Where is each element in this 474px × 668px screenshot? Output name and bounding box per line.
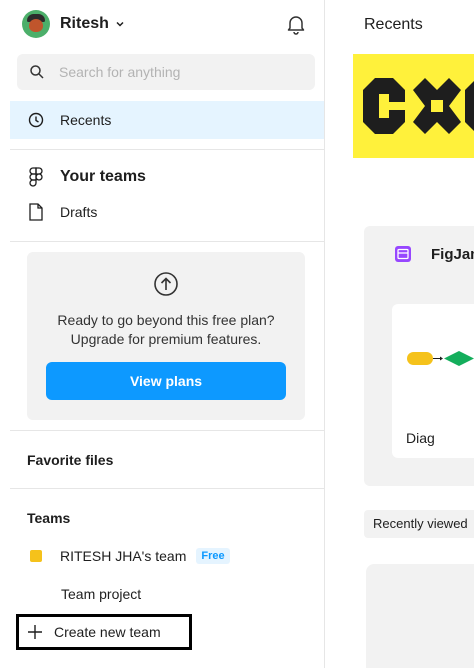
- search-input[interactable]: [59, 64, 299, 80]
- nav-item-label: Recents: [60, 112, 112, 128]
- team-item[interactable]: RITESH JHA's team Free: [10, 545, 230, 567]
- figma-logo-icon: [29, 167, 43, 187]
- team-name: RITESH JHA's team: [60, 548, 187, 564]
- figjam-templates-panel: FigJam: [364, 226, 474, 486]
- nav-item-label: Your teams: [60, 168, 146, 185]
- arrow-up-circle-icon: [154, 272, 178, 296]
- team-color-swatch: [30, 550, 42, 562]
- sidebar: Ritesh Recents Your teams Drafts Ready t…: [10, 0, 325, 668]
- main-content: Recents FigJam Diag Recently viewed: [326, 0, 474, 668]
- search-icon: [30, 65, 44, 79]
- user-menu[interactable]: Ritesh: [22, 10, 125, 38]
- divider: [10, 488, 324, 489]
- plus-icon: [28, 625, 42, 639]
- teams-heading: Teams: [27, 510, 71, 526]
- view-plans-button[interactable]: View plans: [46, 362, 286, 400]
- figjam-label: FigJam: [431, 246, 474, 263]
- file-icon: [29, 203, 43, 221]
- user-name: Ritesh: [60, 15, 109, 32]
- create-team-label: Create new team: [54, 624, 161, 640]
- banner-graphic: [363, 78, 474, 134]
- upgrade-text: Ready to go beyond this free plan?: [57, 312, 275, 328]
- recently-viewed-dropdown[interactable]: Recently viewed: [364, 510, 474, 538]
- nav-item-recents[interactable]: Recents: [10, 101, 324, 139]
- page-title: Recents: [364, 16, 423, 33]
- plan-badge: Free: [196, 548, 230, 564]
- recent-file-card[interactable]: [366, 564, 474, 668]
- template-card-label: Diag: [406, 430, 435, 446]
- upgrade-subtext: Upgrade for premium features.: [70, 331, 262, 347]
- upgrade-card: Ready to go beyond this free plan? Upgra…: [27, 252, 305, 420]
- search-bar[interactable]: [17, 54, 315, 90]
- divider: [10, 241, 324, 242]
- diagram-thumbnail: [407, 351, 474, 366]
- clock-icon: [28, 112, 44, 128]
- divider: [10, 430, 324, 431]
- recently-viewed-label: Recently viewed: [373, 516, 468, 531]
- chevron-down-icon: [116, 21, 124, 27]
- nav-item-your-teams[interactable]: Your teams: [10, 163, 146, 191]
- figjam-icon: [395, 246, 411, 262]
- team-project-item[interactable]: Team project: [61, 586, 141, 602]
- bell-icon[interactable]: [285, 13, 307, 35]
- nav-item-drafts[interactable]: Drafts: [10, 200, 97, 224]
- nav-item-label: Drafts: [60, 204, 98, 220]
- favorite-files-heading: Favorite files: [27, 452, 114, 468]
- divider: [10, 149, 324, 150]
- promo-banner[interactable]: [353, 54, 474, 158]
- avatar: [22, 10, 50, 38]
- create-new-team-button[interactable]: Create new team: [16, 614, 192, 650]
